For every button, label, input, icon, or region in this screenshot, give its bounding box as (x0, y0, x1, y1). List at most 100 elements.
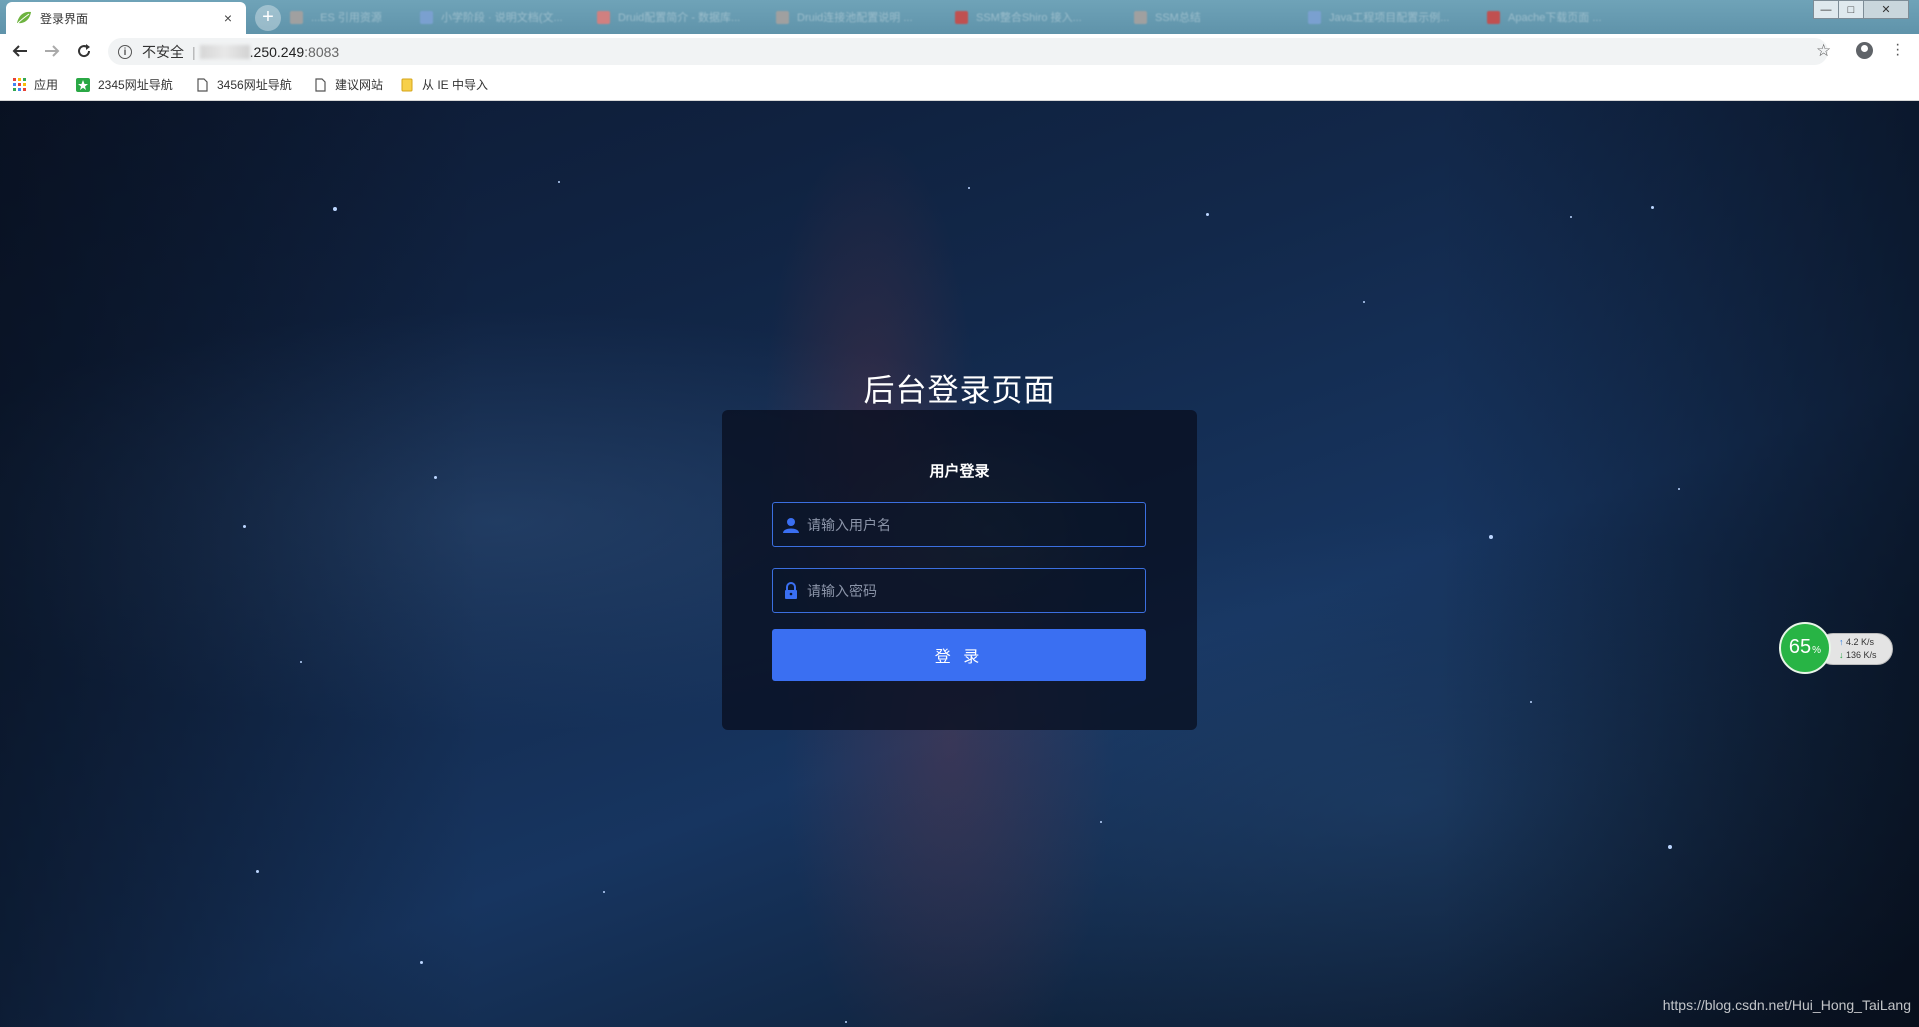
background-star (968, 187, 970, 189)
tab-close-icon[interactable]: × (220, 10, 236, 26)
url-port: :8083 (304, 43, 340, 60)
bookmark-apps[interactable]: 应用 (12, 76, 58, 93)
page-icon (313, 77, 327, 92)
background-star (1678, 488, 1680, 490)
bookmark-label: 建议网站 (335, 78, 384, 92)
info-icon[interactable]: i (118, 44, 132, 59)
background-tab[interactable]: SSM整合Shiro 接入... (955, 6, 1105, 28)
reload-icon[interactable] (74, 41, 94, 61)
background-tab-title: Druid连接池配置说明 ... (797, 12, 913, 24)
tab-login[interactable]: 登录界面 × (6, 2, 246, 34)
watermark-url: https://blog.csdn.net/Hui_Hong_TaiLang (1662, 997, 1911, 1013)
background-star (1100, 821, 1102, 823)
memory-usage-badge: 65% (1779, 622, 1831, 674)
security-label: 不安全 (142, 43, 184, 60)
bookmarks-bar: 应用 2345网址导航 3456网址导航 建议网站 从 IE 中导入 (0, 68, 1919, 101)
page-title: 后台登录页面 (863, 373, 1056, 408)
bookmark-label: 应用 (34, 78, 59, 92)
bookmark-label: 2345网址导航 (98, 78, 173, 92)
apps-grid-icon (12, 78, 26, 92)
upload-rate-value: 4.2 K/s (1846, 637, 1875, 647)
account-icon[interactable] (1856, 42, 1873, 59)
background-star (845, 1021, 847, 1023)
background-star (420, 961, 423, 964)
background-star (1489, 535, 1493, 539)
background-star (434, 476, 437, 479)
background-tab[interactable]: Apache下载页面 ... (1487, 6, 1627, 28)
address-bar[interactable]: i 不安全 | .250.249 :8083 (108, 38, 1828, 65)
form-heading: 用户登录 (929, 463, 990, 480)
login-button[interactable]: 登 录 (772, 629, 1146, 681)
background-star (558, 181, 560, 183)
bookmark-3456[interactable]: 3456网址导航 (195, 76, 292, 93)
bookmark-label: 从 IE 中导入 (422, 78, 489, 92)
username-field[interactable] (772, 502, 1146, 547)
usage-percent: 65 (1788, 636, 1812, 658)
background-star (1206, 213, 1209, 216)
background-star (603, 891, 605, 893)
maximize-button[interactable]: □ (1838, 0, 1864, 19)
background-star (243, 525, 246, 528)
download-rate-value: 136 K/s (1846, 650, 1877, 660)
background-star (333, 207, 337, 211)
background-tab-title: Apache下载页面 ... (1508, 12, 1602, 24)
password-input[interactable] (805, 581, 1145, 600)
background-star (300, 661, 302, 663)
2345-logo-icon (76, 77, 90, 92)
tab-favicon-icon (1134, 10, 1147, 24)
tab-favicon-icon (1308, 10, 1321, 24)
tab-strip: 登录界面 × + ...ES 引用资源 小学阶段 · 说明文档(文... Dru… (0, 0, 1919, 34)
background-star (1651, 206, 1654, 209)
bookmark-import-ie[interactable]: 从 IE 中导入 (400, 76, 488, 93)
bookmark-suggested[interactable]: 建议网站 (313, 76, 383, 93)
background-tab[interactable]: Druid配置简介 - 数据库... (597, 6, 747, 28)
upload-arrow-icon: ↑ (1839, 637, 1844, 647)
window-close-button[interactable]: ✕ (1863, 0, 1909, 19)
tab-favicon-icon (955, 10, 968, 24)
usage-percent-sign: % (1812, 645, 1822, 656)
background-tab[interactable]: Java工程项目配置示例... (1308, 6, 1458, 28)
tab-favicon-icon (597, 10, 610, 24)
password-field[interactable] (772, 568, 1146, 613)
background-tab-title: ...ES 引用资源 (311, 12, 382, 24)
background-tab[interactable]: ...ES 引用资源 (290, 6, 400, 28)
background-tab[interactable]: 小学阶段 · 说明文档(文... (420, 6, 570, 28)
browser-toolbar: i 不安全 | .250.249 :8083 (0, 34, 1919, 68)
minimize-button[interactable]: — (1813, 0, 1839, 19)
login-page-background: 后台登录页面 用户登录 登 录 https://blog.csdn.net/Hu… (0, 101, 1919, 1027)
background-tab-title: 小学阶段 · 说明文档(文... (441, 12, 563, 24)
bookmark-label: 3456网址导航 (217, 78, 292, 92)
page-icon (195, 77, 209, 92)
user-icon (783, 516, 799, 534)
browser-menu-icon[interactable]: · · · (1895, 37, 1900, 63)
upload-rate: ↑ 4.2 K/s (1839, 637, 1874, 647)
login-form: 用户登录 登 录 (722, 410, 1197, 730)
background-star (1668, 845, 1672, 849)
tab-favicon-icon (776, 10, 789, 24)
background-tab-title: Druid配置简介 - 数据库... (618, 12, 741, 24)
tab-favicon-icon (1487, 10, 1500, 24)
back-arrow-icon[interactable] (10, 41, 30, 61)
address-separator: | (192, 43, 196, 60)
username-input[interactable] (805, 515, 1145, 534)
tab-favicon-icon (420, 10, 433, 24)
forward-arrow-icon[interactable] (42, 41, 62, 61)
download-arrow-icon: ↓ (1839, 650, 1844, 660)
window-controls: — □ ✕ (1813, 0, 1909, 19)
bookmark-star-icon[interactable]: ☆ (1816, 41, 1831, 61)
background-star (1530, 701, 1532, 703)
new-tab-button[interactable]: + (255, 5, 281, 31)
folder-icon (400, 78, 414, 92)
background-tab-title: SSM总结 (1155, 12, 1201, 24)
leaf-favicon-icon (16, 10, 32, 26)
bookmark-2345[interactable]: 2345网址导航 (76, 76, 173, 93)
background-star (256, 870, 259, 873)
lock-icon (783, 582, 799, 600)
background-tab[interactable]: SSM总结 (1134, 6, 1284, 28)
redacted-host (199, 44, 250, 59)
network-speed-widget[interactable]: ↑ 4.2 K/s ↓ 136 K/s 65% (1779, 622, 1895, 674)
url-host: .250.249 (249, 43, 305, 60)
background-tab[interactable]: Druid连接池配置说明 ... (776, 6, 926, 28)
background-star (1570, 216, 1572, 218)
tab-favicon-icon (290, 10, 303, 24)
